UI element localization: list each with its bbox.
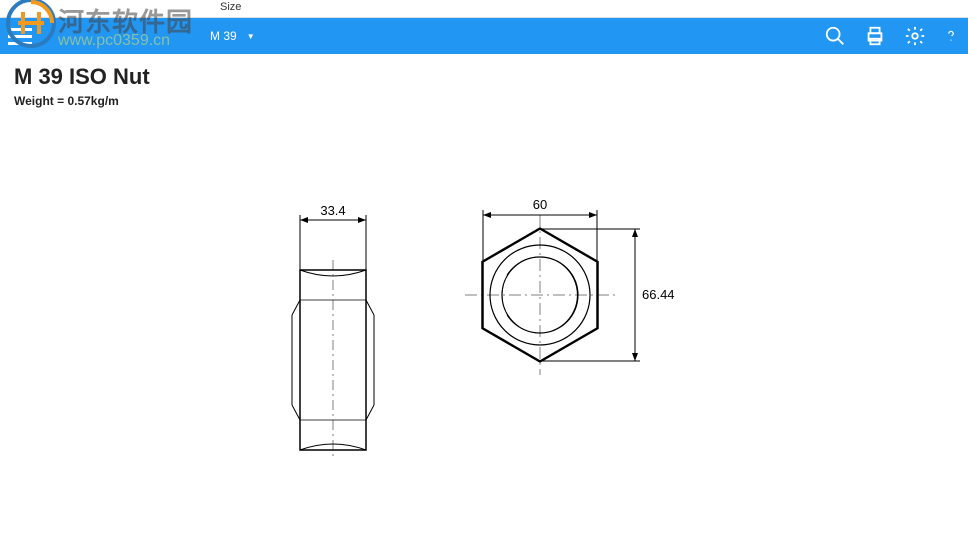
toolbar-left-group: M 39 ▼: [8, 24, 270, 48]
content-area: M 39 ISO Nut Weight = 0.57kg/m: [0, 54, 968, 118]
technical-drawing: 33.4: [0, 120, 968, 520]
dim-corner-height: 66.44: [642, 287, 675, 302]
header-label-row: Size: [0, 0, 968, 18]
size-dropdown-value: M 39: [210, 29, 237, 43]
dim-flat-width: 60: [533, 197, 547, 212]
toolbar-right-group: [824, 25, 958, 47]
main-toolbar: M 39 ▼: [0, 18, 968, 54]
chevron-down-icon: ▼: [247, 32, 255, 41]
size-dropdown[interactable]: M 39 ▼: [210, 29, 270, 43]
hamburger-menu-button[interactable]: [8, 24, 32, 48]
page-title: M 39 ISO Nut: [14, 64, 954, 90]
weight-value: 0.57kg/m: [67, 94, 118, 108]
top-view: 60 66.44: [465, 197, 675, 375]
gear-icon[interactable]: [904, 25, 926, 47]
weight-line: Weight = 0.57kg/m: [14, 94, 954, 108]
search-icon[interactable]: [824, 25, 846, 47]
side-view: 33.4: [292, 203, 374, 460]
weight-label: Weight =: [14, 94, 67, 108]
help-icon[interactable]: [944, 25, 958, 47]
print-icon[interactable]: [864, 25, 886, 47]
size-column-label: Size: [220, 1, 241, 13]
dim-side-width: 33.4: [320, 203, 345, 218]
